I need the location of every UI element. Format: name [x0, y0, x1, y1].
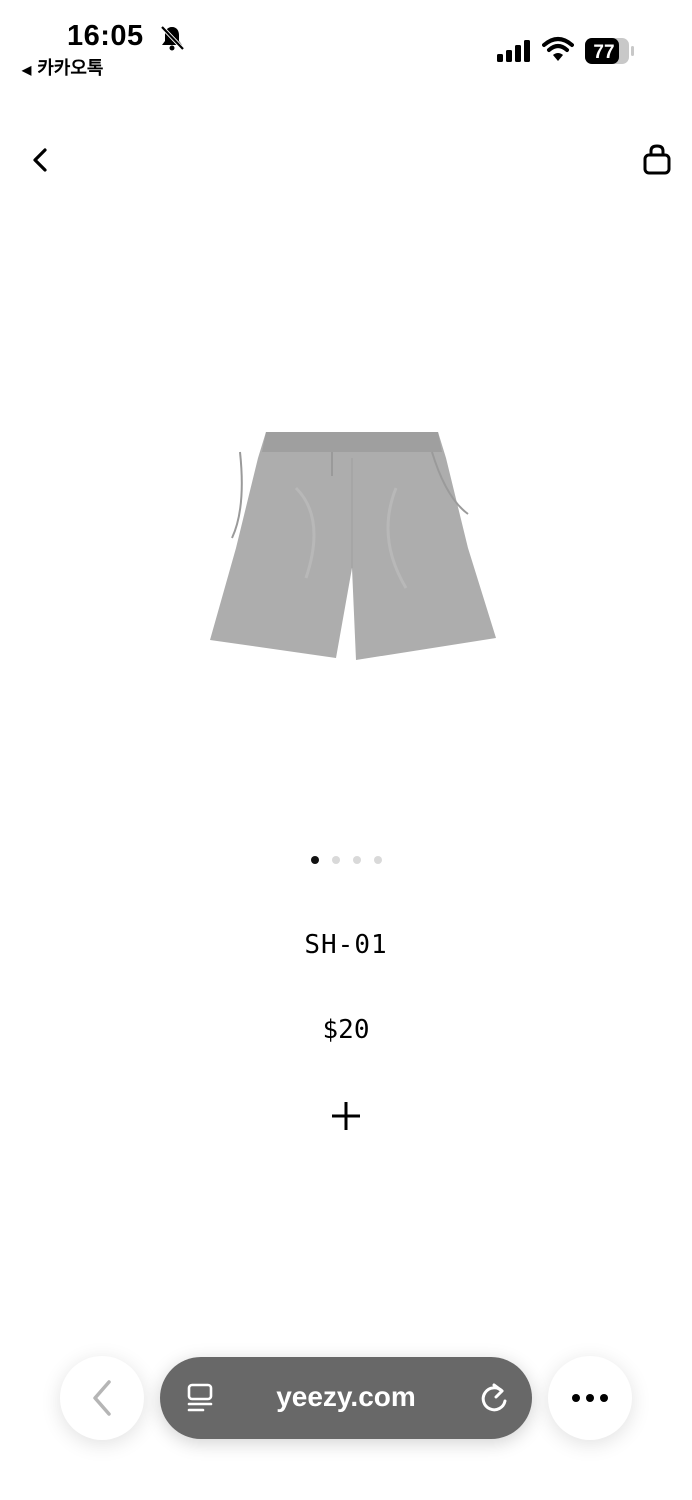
image-carousel-dots: [0, 856, 692, 864]
product-name: SH-01: [304, 930, 388, 960]
bell-muted-icon: [160, 25, 185, 51]
url-text[interactable]: yeezy.com: [160, 1381, 532, 1413]
battery-icon: 77: [585, 38, 634, 64]
carousel-dot[interactable]: [331, 856, 340, 864]
product-image-shorts[interactable]: [206, 428, 498, 660]
product-price: $20: [322, 1015, 370, 1045]
status-bar: 16:05 ◀ 카카오톡 77: [0, 0, 692, 90]
more-options-button[interactable]: [548, 1356, 632, 1440]
more-icon: [572, 1394, 608, 1402]
cellular-signal-icon: [497, 40, 530, 62]
browser-back-button[interactable]: [60, 1356, 144, 1440]
back-to-app[interactable]: ◀ 카카오톡: [22, 54, 103, 80]
carousel-dot[interactable]: [310, 856, 319, 864]
browser-toolbar: yeezy.com: [0, 1340, 692, 1460]
back-chevron-icon[interactable]: [26, 142, 56, 178]
status-time: 16:05: [67, 20, 144, 52]
back-app-label: 카카오톡: [37, 58, 104, 78]
battery-level: 77: [593, 42, 614, 63]
chevron-left-icon: [93, 1380, 111, 1416]
back-triangle-icon: ◀: [22, 63, 32, 77]
add-to-cart-plus-icon[interactable]: [326, 1096, 366, 1136]
shopping-bag-icon[interactable]: [640, 142, 674, 178]
address-bar[interactable]: yeezy.com: [160, 1357, 532, 1439]
reload-icon[interactable]: [478, 1381, 510, 1415]
carousel-dot[interactable]: [373, 856, 382, 864]
wifi-icon: [542, 37, 574, 61]
carousel-dot[interactable]: [352, 856, 361, 864]
